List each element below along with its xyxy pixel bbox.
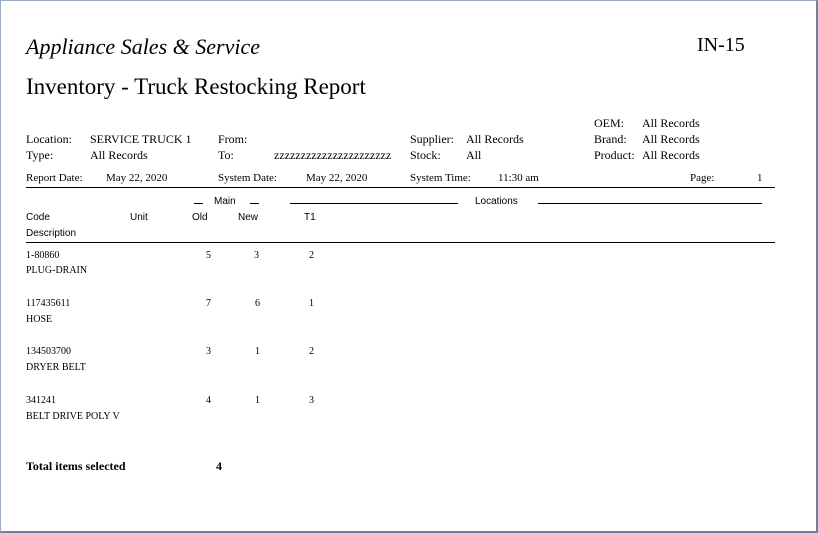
type-label: Type: [26,148,54,162]
report-code: IN-15 [697,34,745,56]
item-new: 6 [255,298,260,309]
oem-value: All Records [642,116,700,130]
item-t1: 3 [309,395,314,406]
item-new: 3 [254,250,259,261]
item-t1: 2 [309,250,314,261]
supplier-label: Supplier: [410,132,454,146]
item-old: 4 [206,395,211,406]
column-old: Old [192,212,208,223]
item-old: 3 [206,346,211,357]
locations-group-heading: Locations [475,196,518,207]
item-old: 5 [206,250,211,261]
system-date: May 22, 2020 [306,172,368,184]
item-code: 1-80860 [26,250,60,261]
item-new: 1 [255,346,260,357]
column-code: Code [26,212,50,223]
locations-line-left [290,203,458,204]
item-old: 7 [206,298,211,309]
page-number: 1 [757,172,763,184]
brand-label: Brand: [594,132,627,146]
column-description: Description [26,228,77,239]
from-label: From: [218,132,248,146]
company-name: Appliance Sales & Service [26,34,260,59]
column-new: New [238,212,259,223]
supplier-value: All Records [466,132,524,146]
item-t1: 2 [309,346,314,357]
to-label: To: [218,148,234,162]
main-group-line-left [194,203,203,204]
total-items-label: Total items selected [26,459,126,473]
item-code: 134503700 [26,346,71,357]
product-label: Product: [594,148,635,162]
main-group-heading: Main [214,196,236,207]
item-t1: 1 [309,298,314,309]
header-divider [26,187,775,188]
location-label: Location: [26,132,72,146]
item-code: 341241 [26,395,56,406]
total-items-value: 4 [216,459,222,473]
column-unit: Unit [130,212,148,223]
report-date: May 22, 2020 [106,172,168,184]
item-code: 117435611 [26,298,71,309]
item-description: DRYER BELT [26,362,86,373]
item-description: HOSE [26,314,53,325]
product-value: All Records [642,148,700,162]
location-value: SERVICE TRUCK 1 [90,132,192,146]
report-title: Inventory - Truck Restocking Report [26,74,366,99]
columns-divider [26,242,775,243]
system-time: 11:30 am [498,172,539,184]
stock-value: All [466,148,482,162]
system-date-label: System Date: [218,172,277,184]
item-description: BELT DRIVE POLY V [26,411,120,422]
main-group-line-right [250,203,259,204]
locations-line-right [538,203,762,204]
system-time-label: System Time: [410,172,471,184]
report-date-label: Report Date: [26,172,83,184]
item-description: PLUG-DRAIN [26,265,88,276]
brand-value: All Records [642,132,700,146]
page-label: Page: [690,172,715,184]
type-value: All Records [90,148,148,162]
item-new: 1 [255,395,260,406]
oem-label: OEM: [594,116,624,130]
stock-label: Stock: [410,148,441,162]
column-t1: T1 [304,212,316,223]
to-value: zzzzzzzzzzzzzzzzzzzzzz [274,148,392,162]
